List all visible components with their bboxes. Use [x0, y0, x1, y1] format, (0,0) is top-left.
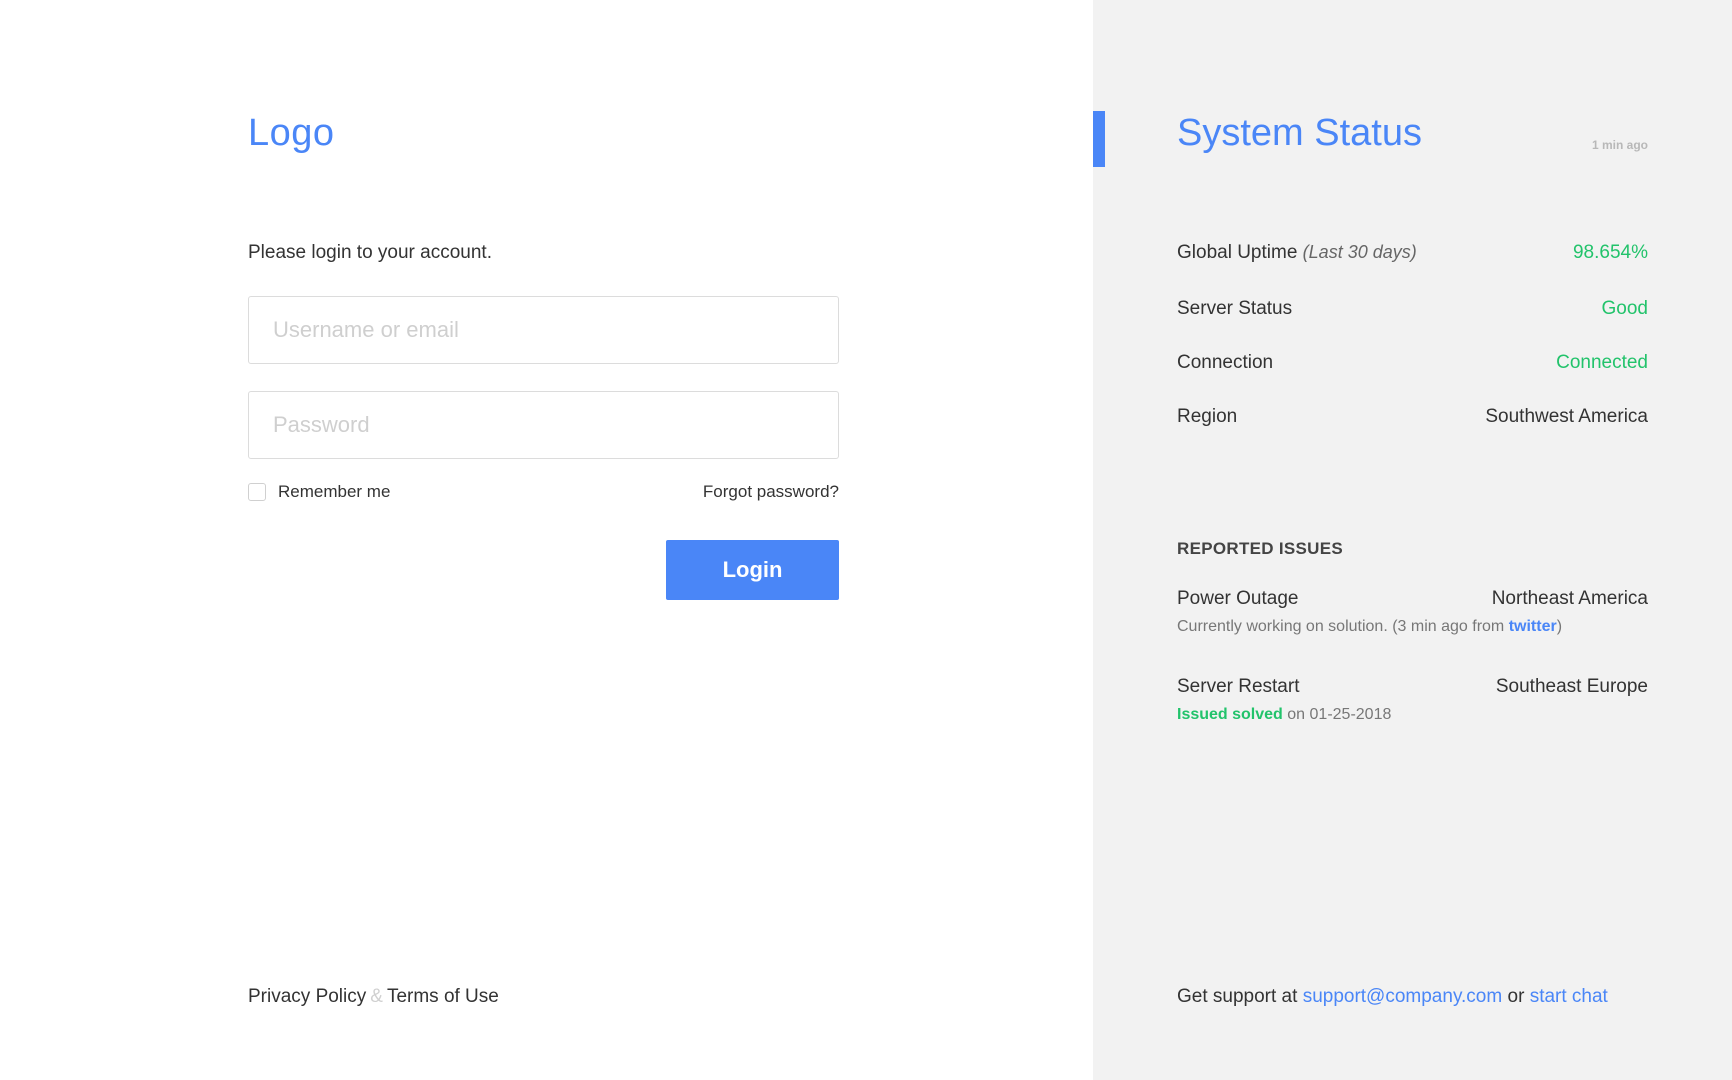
remember-me-label[interactable]: Remember me	[278, 482, 390, 502]
forgot-password-link[interactable]: Forgot password?	[703, 482, 839, 502]
stat-label-note: (Last 30 days)	[1302, 242, 1417, 262]
stat-label: Region	[1177, 406, 1238, 427]
stat-row-region: Region Southwest America	[1177, 406, 1648, 428]
login-button[interactable]: Login	[666, 540, 839, 600]
support-email-link[interactable]: support@company.com	[1303, 986, 1503, 1007]
stat-label: Server Status	[1177, 298, 1293, 319]
stat-label-text: Global Uptime	[1177, 242, 1298, 263]
last-updated: 1 min ago	[1591, 138, 1648, 152]
issue-date: on 01-25-2018	[1287, 706, 1392, 723]
username-input[interactable]	[248, 296, 839, 364]
issue-note: Issued solved on 01-25-2018	[1177, 706, 1391, 724]
login-panel: Logo Please login to your account. Remem…	[0, 0, 1093, 1080]
support-or: or	[1507, 986, 1525, 1007]
issue-title: Server Restart	[1177, 676, 1300, 697]
reported-issues-heading: REPORTED ISSUES	[1177, 539, 1344, 558]
issue-note-text: Currently working on solution. (3 min ag…	[1177, 618, 1505, 635]
twitter-link[interactable]: twitter	[1509, 618, 1557, 635]
password-input[interactable]	[248, 391, 839, 459]
logo: Logo	[248, 112, 335, 154]
issue-note: Currently working on solution. (3 min ag…	[1177, 618, 1562, 636]
status-title: System Status	[1177, 112, 1422, 154]
stat-row-server-status: Server Status Good	[1177, 298, 1648, 320]
issue-region: Southeast Europe	[1495, 676, 1648, 697]
accent-bar	[1093, 111, 1105, 167]
remember-me-row: Remember me	[248, 482, 390, 502]
privacy-policy-link[interactable]: Privacy Policy	[248, 986, 366, 1007]
stat-label: Connection	[1177, 352, 1274, 373]
status-panel: System Status 1 min ago Global Uptime (L…	[1093, 0, 1732, 1080]
stat-value: Southwest America	[1485, 406, 1648, 427]
issue-row: Power Outage Northeast America	[1177, 588, 1648, 610]
issue-title: Power Outage	[1177, 588, 1299, 609]
stat-value: 98.654%	[1572, 242, 1648, 263]
issue-row: Server Restart Southeast Europe	[1177, 676, 1648, 698]
stat-row-uptime: Global Uptime (Last 30 days) 98.654%	[1177, 242, 1648, 264]
stat-label: Global Uptime (Last 30 days)	[1177, 242, 1417, 264]
stat-value: Good	[1601, 298, 1648, 319]
footer-links: Privacy Policy & Terms of Use	[248, 986, 499, 1008]
support-line: Get support at support@company.com or st…	[1177, 986, 1608, 1008]
login-subtitle: Please login to your account.	[248, 242, 492, 263]
stat-value: Connected	[1556, 352, 1648, 373]
support-prefix: Get support at	[1177, 986, 1298, 1007]
issue-status: Issued solved	[1177, 706, 1283, 723]
stat-row-connection: Connection Connected	[1177, 352, 1648, 374]
footer-separator: &	[370, 986, 383, 1007]
start-chat-link[interactable]: start chat	[1530, 986, 1608, 1007]
remember-me-checkbox[interactable]	[248, 483, 266, 501]
issue-region: Northeast America	[1491, 588, 1648, 609]
issue-note-suffix: )	[1556, 618, 1563, 635]
terms-of-use-link[interactable]: Terms of Use	[387, 986, 499, 1007]
